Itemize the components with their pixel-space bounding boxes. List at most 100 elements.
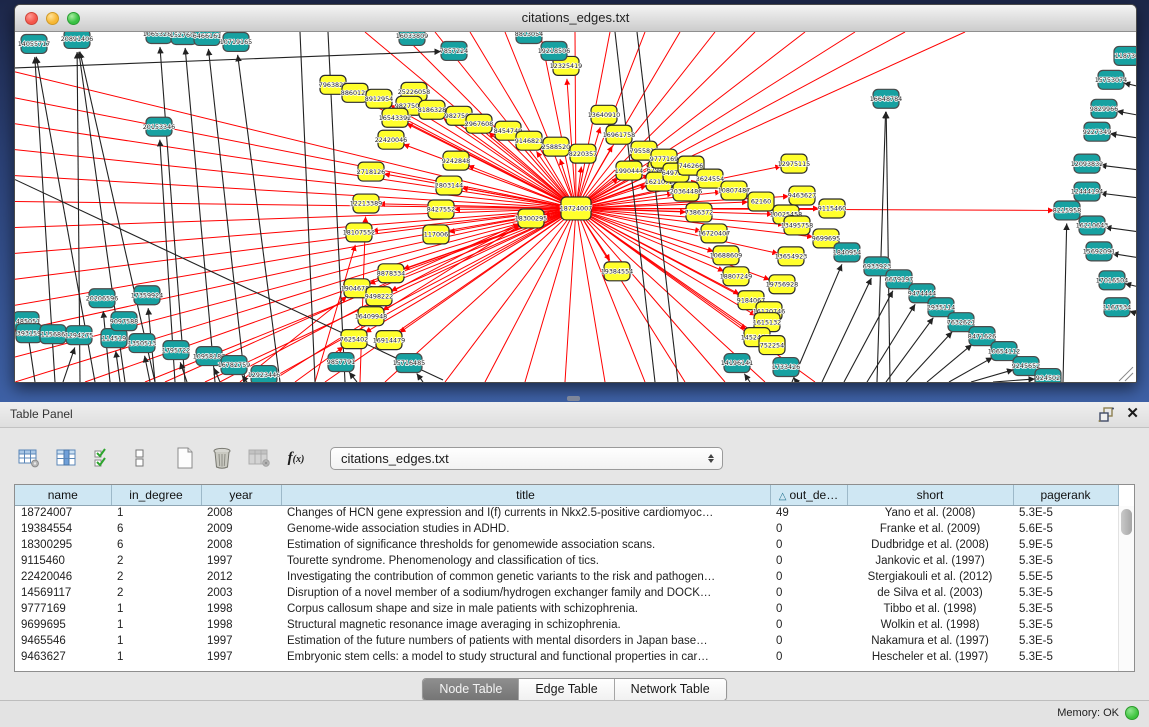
table-cell[interactable]: 14569117 [15, 585, 111, 601]
table-cell[interactable]: Jankovic et al. (1997) [847, 553, 1013, 569]
table-cell[interactable]: 1 [111, 505, 201, 521]
graph-node[interactable]: 8813054 [515, 32, 543, 43]
window-resize-grip[interactable] [1119, 367, 1133, 381]
table-cell[interactable]: 6 [111, 537, 201, 553]
table-cell[interactable]: Structural magnetic resonance image aver… [281, 617, 770, 633]
table-cell[interactable]: 5.3E-5 [1013, 585, 1118, 601]
graph-edge[interactable] [15, 208, 576, 331]
scrollbar-thumb[interactable] [1121, 509, 1132, 535]
graph-edge[interactable] [160, 47, 185, 382]
graph-node[interactable]: 12093832 [1071, 154, 1103, 173]
graph-node[interactable]: 10719165 [220, 32, 252, 51]
graph-edge[interactable] [927, 344, 972, 382]
table-cell[interactable]: Changes of HCN gene expression and I(f) … [281, 505, 770, 521]
column-header-out-de-[interactable]: △out_de… [770, 485, 847, 505]
table-cell[interactable]: 22420046 [15, 569, 111, 585]
table-cell[interactable]: Dudbridge et al. (2008) [847, 537, 1013, 553]
graph-node[interactable]: 13495758 [781, 216, 813, 235]
graph-node[interactable]: 9227349 [1083, 122, 1111, 141]
table-cell[interactable]: Franke et al. (2009) [847, 521, 1013, 537]
graph-edge[interactable] [15, 72, 576, 209]
table-cell[interactable]: 1 [111, 617, 201, 633]
graph-node[interactable]: 2588520 [542, 137, 570, 156]
table-cell[interactable]: 9465546 [15, 633, 111, 649]
table-cell[interactable]: 18300295 [15, 537, 111, 553]
table-cell[interactable]: 1998 [201, 601, 281, 617]
graph-edge[interactable] [993, 379, 1035, 382]
delete-column-icon[interactable] [207, 444, 237, 472]
table-cell[interactable]: Genome-wide association studies in ADHD. [281, 521, 770, 537]
graph-node[interactable]: 7857224 [440, 41, 468, 60]
tab-edge-table[interactable]: Edge Table [519, 679, 614, 700]
graph-node[interactable]: 9829966 [1090, 99, 1118, 118]
graph-node[interactable]: 15716485 [393, 354, 425, 373]
column-header-pagerank[interactable]: pagerank [1013, 485, 1118, 505]
window-titlebar[interactable]: citations_edges.txt [15, 5, 1136, 32]
graph-node[interactable]: 115686 [40, 325, 66, 344]
table-cell[interactable]: 5.3E-5 [1013, 617, 1118, 633]
graph-node[interactable]: 13640910 [588, 105, 620, 124]
graph-node[interactable]: 1294275 [65, 326, 93, 345]
graph-node[interactable]: 18107552 [343, 223, 375, 242]
table-row[interactable]: 977716911998Corpus callosum shape and si… [15, 601, 1118, 617]
new-column-icon[interactable] [170, 444, 200, 472]
graph-node[interactable]: 15692091 [1083, 242, 1115, 261]
graph-node[interactable]: 9857791 [327, 353, 355, 372]
table-cell[interactable]: 0 [770, 633, 847, 649]
graph-edge[interactable] [576, 208, 645, 382]
network-graph[interactable]: 1872400779638228860128891295425226058982… [15, 32, 1136, 382]
table-cell[interactable]: 0 [770, 601, 847, 617]
table-row[interactable]: 1938455462009Genome-wide association stu… [15, 521, 1118, 537]
graph-node[interactable]: 9463627 [788, 186, 816, 205]
table-cell[interactable]: 1 [111, 649, 201, 665]
table-row[interactable]: 2242004622012Investigating the contribut… [15, 569, 1118, 585]
graph-edge[interactable] [485, 208, 576, 382]
graph-node[interactable]: 2803144 [435, 176, 463, 195]
graph-edge[interactable] [116, 351, 120, 382]
table-cell[interactable]: 5.3E-5 [1013, 601, 1118, 617]
graph-node[interactable]: 9097588 [110, 312, 138, 331]
graph-node[interactable]: 8878334 [377, 264, 405, 283]
float-panel-icon[interactable] [1098, 407, 1114, 422]
select-column-icon[interactable] [51, 444, 81, 472]
graph-edge[interactable] [971, 370, 1014, 382]
panel-close-icon[interactable]: ✕ [1126, 406, 1139, 422]
graph-node[interactable]: 10807487 [718, 181, 750, 200]
graph-node[interactable]: 17359924 [131, 286, 163, 305]
graph-node[interactable]: 19756928 [766, 275, 798, 294]
table-cell[interactable]: 5.3E-5 [1013, 633, 1118, 649]
graph-node[interactable]: 12923446 [248, 366, 280, 382]
table-cell[interactable]: 5.5E-5 [1013, 569, 1118, 585]
table-cell[interactable]: Wolkin et al. (1998) [847, 617, 1013, 633]
graph-node[interactable]: 1733426 [772, 358, 800, 377]
graph-edge[interactable] [1063, 223, 1067, 382]
table-selector[interactable]: citations_edges.txt [330, 447, 723, 470]
table-cell[interactable]: Tourette syndrome. Phenomenology and cla… [281, 553, 770, 569]
graph-node[interactable]: 8220357 [569, 144, 597, 163]
graph-node[interactable]: 12975115 [778, 154, 810, 173]
table-cell[interactable]: 1 [111, 633, 201, 649]
table-cell[interactable]: de Silva et al. (2003) [847, 585, 1013, 601]
graph-node[interactable]: 20206596 [86, 289, 118, 308]
table-cell[interactable]: Yano et al. (2008) [847, 505, 1013, 521]
table-cell[interactable]: Nakamura et al. (1997) [847, 633, 1013, 649]
graph-node[interactable]: 8427552 [427, 200, 455, 219]
graph-node[interactable]: 15753074 [1095, 70, 1127, 89]
graph-edge[interactable] [1100, 193, 1136, 197]
graph-edge[interactable] [185, 48, 215, 382]
graph-edge[interactable] [1117, 111, 1136, 115]
graph-node[interactable]: 1840954 [833, 243, 861, 262]
graph-node[interactable]: 12444194 [1071, 182, 1103, 201]
graph-node[interactable]: 17016504 [1096, 271, 1128, 290]
table-cell[interactable]: Hescheler et al. (1997) [847, 649, 1013, 665]
table-cell[interactable]: 5.3E-5 [1013, 505, 1118, 521]
graph-node[interactable]: 19384554 [601, 262, 633, 281]
table-cell[interactable]: 2 [111, 553, 201, 569]
table-row[interactable]: 1872400712008Changes of HCN gene express… [15, 505, 1118, 521]
graph-node[interactable]: 6466161 [193, 32, 221, 45]
table-row[interactable]: 1830029562008Estimation of significance … [15, 537, 1118, 553]
graph-edge[interactable] [63, 347, 75, 382]
table-cell[interactable]: 0 [770, 569, 847, 585]
table-cell[interactable]: 1997 [201, 633, 281, 649]
graph-node[interactable]: 9498222 [365, 287, 393, 306]
